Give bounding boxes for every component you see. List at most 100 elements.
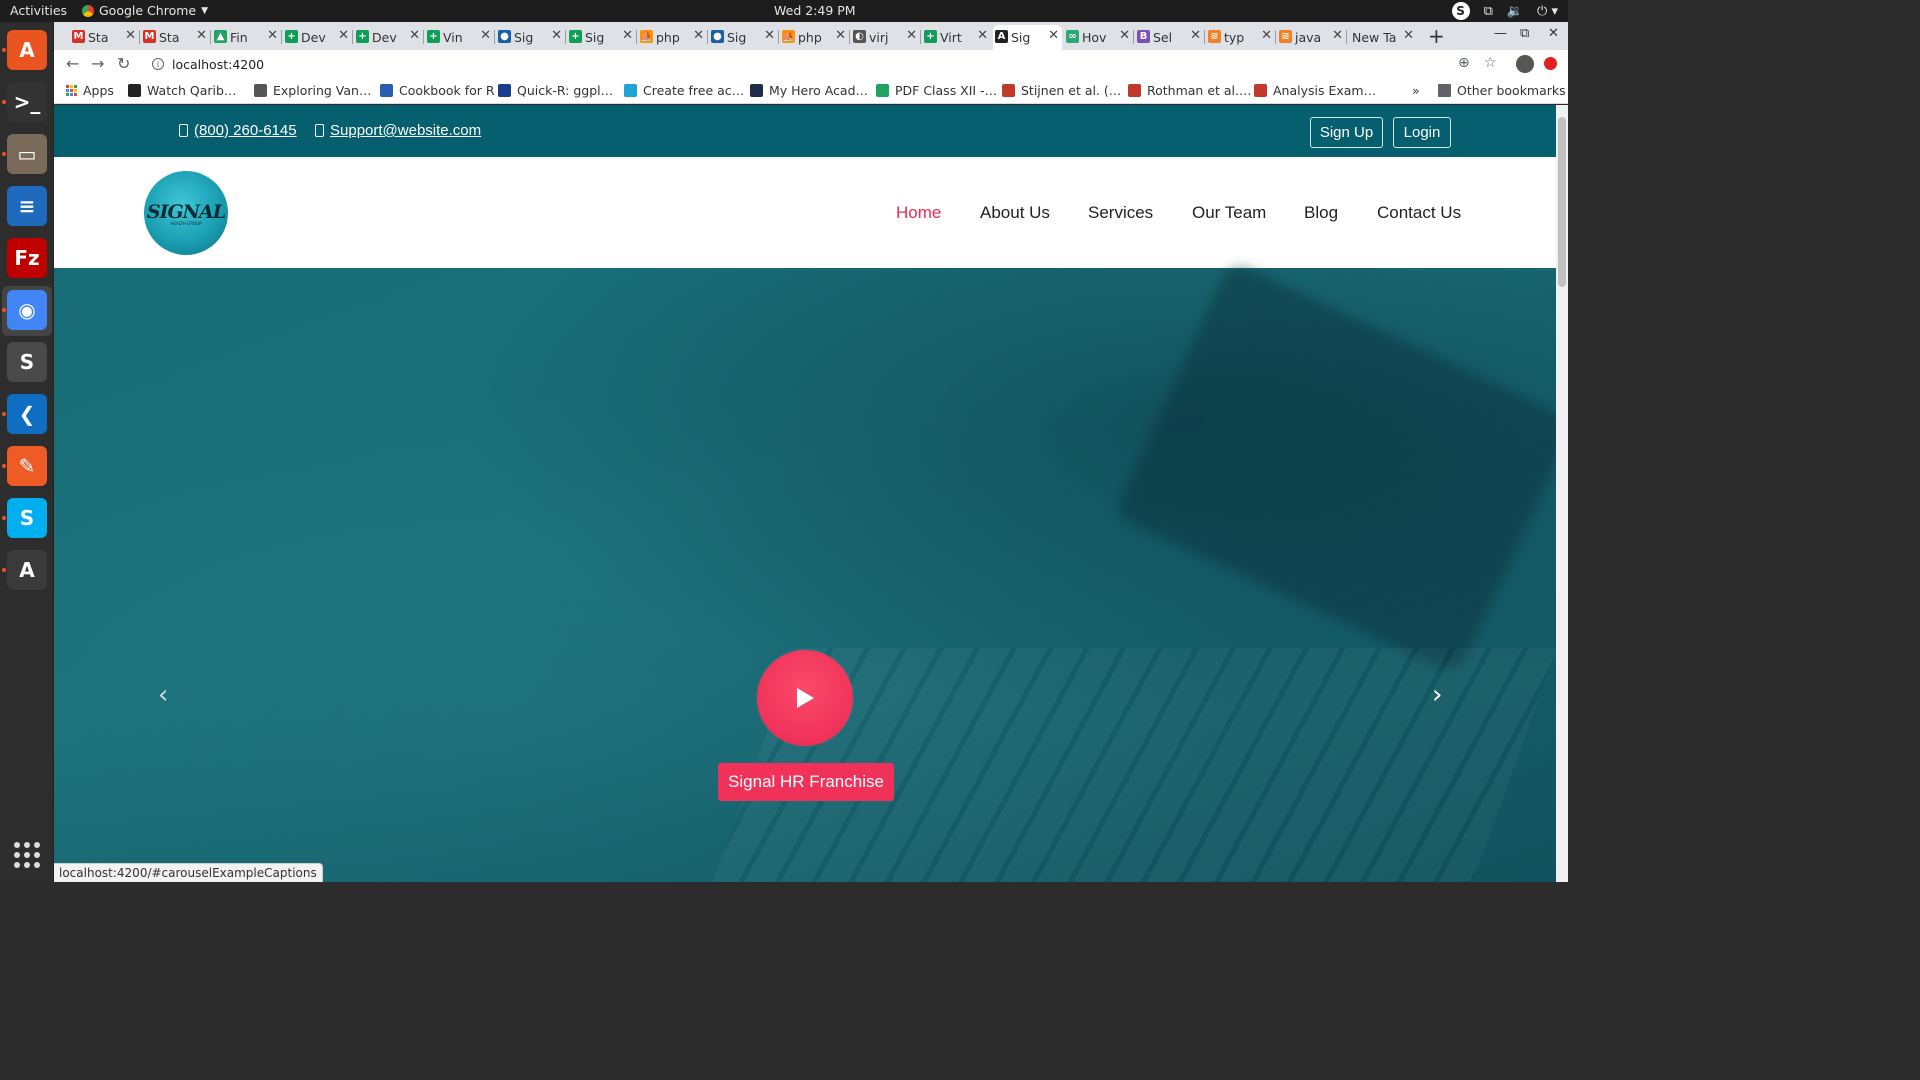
nav-home[interactable]: Home <box>896 203 941 223</box>
browser-tab[interactable]: ⛵ php ✕ <box>780 25 849 50</box>
bookmark-item[interactable]: Analysis Exam… <box>1254 83 1376 98</box>
carousel-next-icon[interactable]: › <box>1432 680 1442 710</box>
browser-tab[interactable]: ≋ typ ✕ <box>1206 25 1275 50</box>
show-applications-icon[interactable] <box>14 842 40 868</box>
bookmark-item[interactable]: My Hero Acad… <box>750 83 868 98</box>
close-tab-icon[interactable]: ✕ <box>338 28 349 43</box>
phone-link[interactable]: (800) 260-6145 <box>179 122 297 139</box>
browser-tab[interactable]: + Dev ✕ <box>283 25 352 50</box>
minimize-icon[interactable]: — <box>1494 26 1507 41</box>
play-video-button[interactable] <box>757 650 853 746</box>
skype-tray-icon[interactable]: S <box>1451 2 1470 20</box>
close-window-icon[interactable]: ✕ <box>1548 26 1559 41</box>
back-icon[interactable]: ← <box>66 54 79 73</box>
browser-tab[interactable]: + Sig ✕ <box>567 25 636 50</box>
close-tab-icon[interactable]: ✕ <box>1332 28 1343 43</box>
close-tab-icon[interactable]: ✕ <box>1048 28 1059 43</box>
bookmark-apps[interactable]: Apps <box>66 83 114 98</box>
system-tray[interactable]: S ⧉ 🔉 ⏻ ▾ <box>1451 2 1558 20</box>
nav-about[interactable]: About Us <box>980 203 1050 223</box>
page-scrollbar[interactable] <box>1556 105 1568 882</box>
vscode-icon[interactable]: ❮ <box>7 394 47 434</box>
hero-cta-button[interactable]: Signal HR Franchise <box>718 763 894 801</box>
email-link[interactable]: Support@website.com <box>315 122 481 139</box>
browser-tab[interactable]: New Ta ✕ <box>1348 25 1417 50</box>
extension-icon[interactable] <box>1544 57 1557 70</box>
chrome-icon[interactable]: ◉ <box>7 290 47 330</box>
nav-contact[interactable]: Contact Us <box>1377 203 1461 223</box>
bookmark-item[interactable]: Create free ac… <box>624 83 744 98</box>
close-tab-icon[interactable]: ✕ <box>693 28 704 43</box>
clock[interactable]: Wed 2:49 PM <box>774 3 856 18</box>
close-tab-icon[interactable]: ✕ <box>480 28 491 43</box>
browser-tab[interactable]: ● Sig ✕ <box>709 25 778 50</box>
nav-services[interactable]: Services <box>1088 203 1153 223</box>
close-tab-icon[interactable]: ✕ <box>551 28 562 43</box>
updater-icon[interactable]: A <box>7 550 47 590</box>
terminal-icon[interactable]: >_ <box>7 82 47 122</box>
close-tab-icon[interactable]: ✕ <box>409 28 420 43</box>
site-logo[interactable]: SIGNAL HEALTH GROUP <box>144 171 228 255</box>
browser-tab[interactable]: ∞ Hov ✕ <box>1064 25 1133 50</box>
browser-tab[interactable]: + Dev ✕ <box>354 25 423 50</box>
browser-tab[interactable]: M Sta ✕ <box>70 25 139 50</box>
new-tab-button[interactable]: + <box>1428 24 1445 48</box>
files-icon[interactable]: ▭ <box>7 134 47 174</box>
filezilla-icon[interactable]: Fz <box>7 238 47 278</box>
bookmark-item[interactable]: Watch Qarib… <box>128 83 236 98</box>
bookmark-item[interactable]: Rothman et al.… <box>1128 83 1252 98</box>
power-icon[interactable]: ⏻ ▾ <box>1537 4 1558 19</box>
close-tab-icon[interactable]: ✕ <box>1119 28 1130 43</box>
skype-icon[interactable]: S <box>7 498 47 538</box>
bookmark-item[interactable]: Quick-R: ggpl… <box>498 83 613 98</box>
browser-tab[interactable]: ▲ Fin ✕ <box>212 25 281 50</box>
browser-tab[interactable]: ● Sig ✕ <box>496 25 565 50</box>
other-bookmarks[interactable]: Other bookmarks <box>1438 83 1566 98</box>
volume-icon[interactable]: 🔉 <box>1507 4 1523 19</box>
sublime-icon[interactable]: S <box>7 342 47 382</box>
bookmark-star-icon[interactable]: ☆ <box>1484 55 1497 71</box>
forward-icon[interactable]: → <box>91 54 104 73</box>
reload-icon[interactable]: ↻ <box>117 54 130 73</box>
close-tab-icon[interactable]: ✕ <box>1190 28 1201 43</box>
close-tab-icon[interactable]: ✕ <box>1261 28 1272 43</box>
bookmark-item[interactable]: PDF Class XII -… <box>876 83 997 98</box>
browser-tab[interactable]: ⛵ php ✕ <box>638 25 707 50</box>
restore-icon[interactable]: ⧉ <box>1520 26 1529 41</box>
app-menu[interactable]: Google Chrome ▼ <box>82 3 208 18</box>
nav-blog[interactable]: Blog <box>1304 203 1338 223</box>
close-tab-icon[interactable]: ✕ <box>906 28 917 43</box>
zoom-icon[interactable]: ⊕ <box>1458 55 1470 71</box>
bookmark-item[interactable]: Exploring Van… <box>254 83 371 98</box>
scrollbar-thumb[interactable] <box>1558 117 1566 287</box>
login-button[interactable]: Login <box>1393 117 1451 148</box>
close-tab-icon[interactable]: ✕ <box>977 28 988 43</box>
sign-up-button[interactable]: Sign Up <box>1310 117 1383 148</box>
network-icon[interactable]: ⧉ <box>1484 4 1493 19</box>
writer-icon[interactable]: ≡ <box>7 186 47 226</box>
close-tab-icon[interactable]: ✕ <box>125 28 136 43</box>
browser-tab[interactable]: ≋ java ✕ <box>1277 25 1346 50</box>
nav-our-team[interactable]: Our Team <box>1192 203 1266 223</box>
carousel-prev-icon[interactable]: ‹ <box>158 680 168 710</box>
close-tab-icon[interactable]: ✕ <box>622 28 633 43</box>
close-tab-icon[interactable]: ✕ <box>764 28 775 43</box>
close-tab-icon[interactable]: ✕ <box>1403 28 1414 43</box>
site-info-icon[interactable]: i <box>152 58 164 70</box>
close-tab-icon[interactable]: ✕ <box>196 28 207 43</box>
browser-tab[interactable]: ◐ virj ✕ <box>851 25 920 50</box>
profile-avatar[interactable] <box>1516 55 1534 73</box>
activities-button[interactable]: Activities <box>10 3 67 18</box>
bookmark-item[interactable]: Cookbook for R <box>380 83 495 98</box>
browser-tab[interactable]: M Sta ✕ <box>141 25 210 50</box>
ubuntu-software-icon[interactable]: A <box>7 30 47 70</box>
close-tab-icon[interactable]: ✕ <box>267 28 278 43</box>
close-tab-icon[interactable]: ✕ <box>835 28 846 43</box>
more-bookmarks-button[interactable]: » <box>1412 83 1420 98</box>
bookmark-item[interactable]: Stijnen et al. (… <box>1002 83 1121 98</box>
postman-icon[interactable]: ✎ <box>7 446 47 486</box>
browser-tab[interactable]: + Virt ✕ <box>922 25 991 50</box>
browser-tab[interactable]: B Sel ✕ <box>1135 25 1204 50</box>
address-bar[interactable]: i localhost:4200 <box>144 52 1499 76</box>
browser-tab[interactable]: + Vin ✕ <box>425 25 494 50</box>
